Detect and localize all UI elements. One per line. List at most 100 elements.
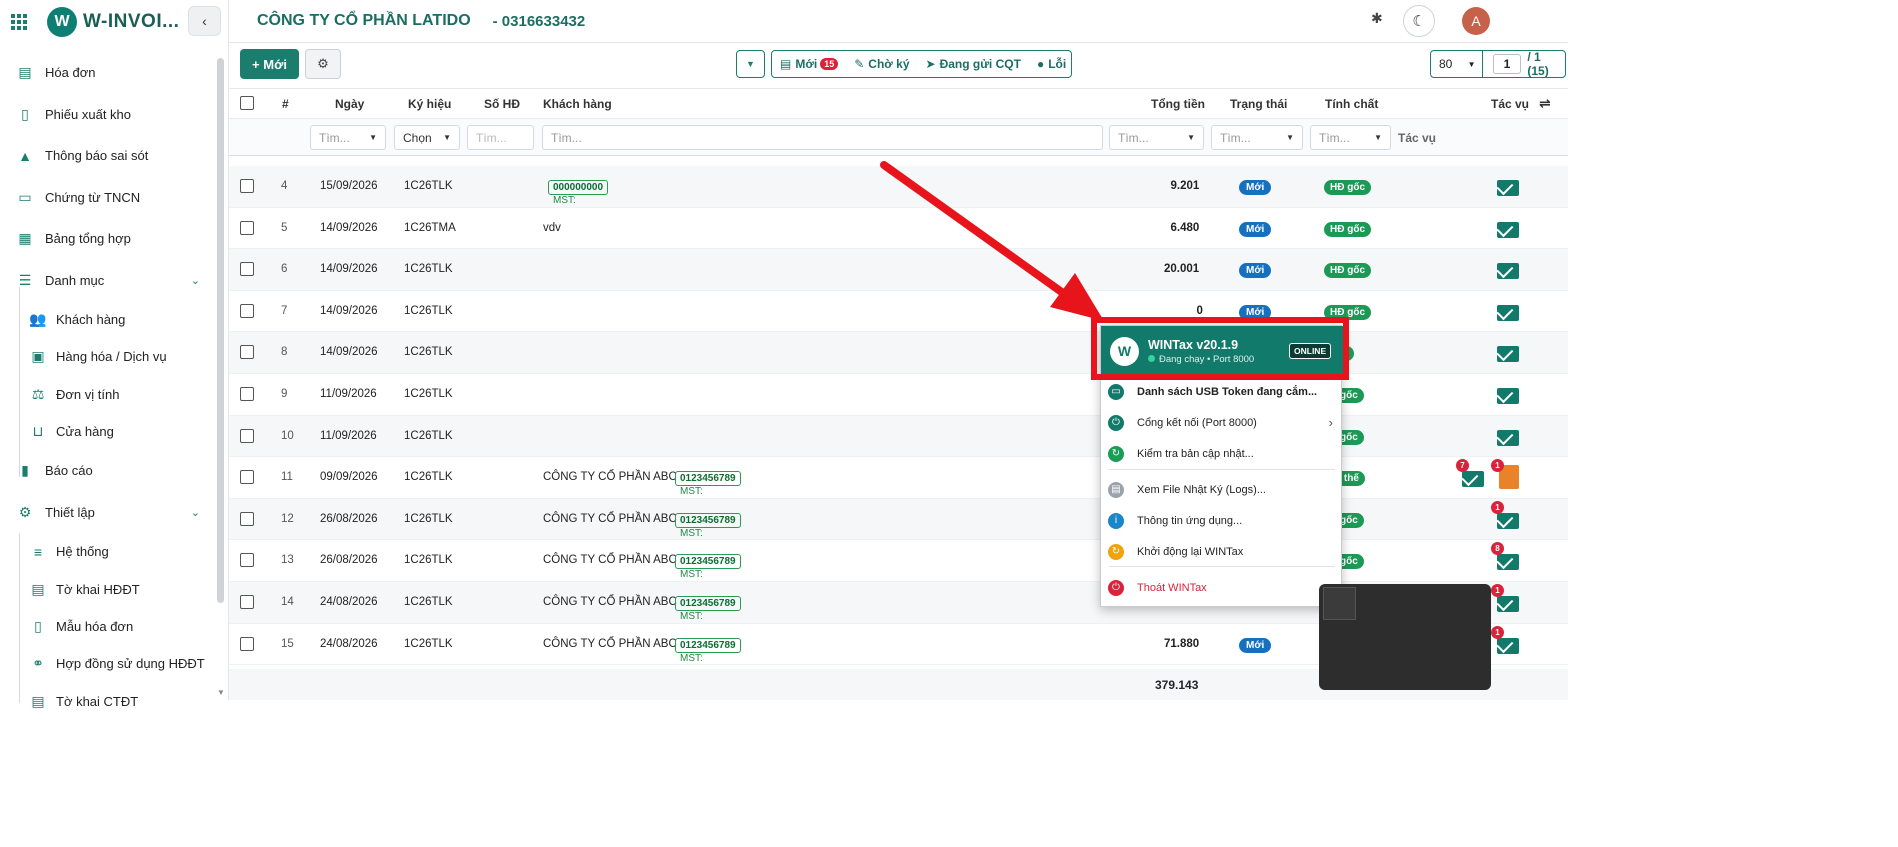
email-icon[interactable] bbox=[1497, 263, 1519, 280]
sidebar-item-15[interactable]: ⚭ Hợp đồng sử dụng HĐĐT bbox=[0, 645, 214, 682]
new-invoice-button[interactable]: + Mới bbox=[240, 49, 299, 79]
filter-customer[interactable]: Tìm... bbox=[542, 125, 1103, 150]
filter-status[interactable]: Tìm... bbox=[1211, 125, 1303, 150]
col-status[interactable]: Trạng thái bbox=[1230, 97, 1287, 111]
email-icon[interactable] bbox=[1497, 304, 1519, 321]
table-row[interactable]: 10 11/09/2026 1C26TLK Ð gốc bbox=[229, 415, 1568, 458]
row-checkbox[interactable] bbox=[240, 428, 254, 443]
table-row[interactable]: 814/09/20261C26TLKgốc bbox=[229, 332, 1568, 374]
sidebar-item-1[interactable]: ▯ Phiếu xuất kho bbox=[0, 94, 214, 136]
filter-error[interactable]: ● Lỗi bbox=[1029, 57, 1074, 71]
collapse-sidebar-button[interactable]: ‹ bbox=[188, 6, 221, 36]
scale-icon: ⚖ bbox=[31, 385, 45, 402]
chevron-down-icon: ⌄ bbox=[190, 274, 200, 287]
row-checkbox[interactable] bbox=[240, 220, 254, 235]
row-checkbox[interactable] bbox=[240, 179, 254, 193]
email-icon[interactable] bbox=[1497, 221, 1519, 238]
sidebar-item-2[interactable]: ▲ Thông báo sai sót bbox=[0, 135, 214, 177]
row-checkbox[interactable] bbox=[240, 345, 254, 360]
email-icon[interactable] bbox=[1497, 596, 1519, 612]
usb-icon: ▭ bbox=[1108, 383, 1124, 400]
sidebar-item-5[interactable]: ☰ Danh mục ⌄ bbox=[0, 260, 214, 302]
sidebar-item-8[interactable]: ⚖ Đơn vị tính bbox=[0, 376, 214, 413]
status-badge: Mới bbox=[1239, 637, 1272, 653]
column-settings-icon[interactable]: ⇌ bbox=[1539, 95, 1551, 112]
col-invoice-no[interactable]: Số HĐ bbox=[484, 97, 520, 111]
email-icon[interactable] bbox=[1497, 388, 1519, 404]
wintax-menu-item-0[interactable]: ▭ Danh sách USB Token đang cắm... bbox=[1101, 376, 1343, 407]
wintax-menu-item-6[interactable]: ⏻ Thoát WINTax bbox=[1101, 572, 1343, 603]
tax-code-badge: MST: 0123456789 bbox=[675, 596, 741, 622]
email-icon[interactable] bbox=[1497, 180, 1519, 196]
sidebar-item-16[interactable]: ▤ Tờ khai CTĐT bbox=[0, 682, 214, 719]
row-checkbox[interactable] bbox=[240, 470, 254, 485]
email-icon[interactable] bbox=[1497, 512, 1519, 529]
table-row[interactable]: 5 14/09/2026 1C26TMA vdv 6.480 Mới HĐ gốc bbox=[229, 208, 1568, 250]
wintax-menu-item-4[interactable]: i Thông tin ứng dụng... bbox=[1101, 505, 1343, 536]
bug-icon[interactable]: ✱ bbox=[1371, 10, 1383, 27]
dark-mode-toggle[interactable]: ☾ bbox=[1403, 5, 1435, 37]
sidebar-item-4[interactable]: ▦ Bảng tổng hợp bbox=[0, 218, 214, 260]
sidebar-item-13[interactable]: ▤ Tờ khai HĐĐT bbox=[0, 570, 214, 607]
sidebar-scrollbar[interactable] bbox=[217, 58, 224, 603]
filter-date[interactable]: Tìm... bbox=[310, 125, 386, 150]
row-checkbox[interactable] bbox=[240, 511, 254, 526]
settings-button[interactable]: ⚙ bbox=[305, 49, 341, 79]
wintax-menu-item-5[interactable]: ↻ Khởi động lại WINTax bbox=[1101, 536, 1343, 567]
sidebar-item-0[interactable]: ▤ Hóa đơn bbox=[0, 52, 214, 94]
sidebar-item-3[interactable]: ▭ Chứng từ TNCN bbox=[0, 177, 214, 219]
apps-grid-icon[interactable] bbox=[8, 11, 30, 33]
sidebar-item-9[interactable]: ⊔ Cửa hàng bbox=[0, 413, 214, 450]
page-size-select[interactable]: 80 bbox=[1431, 51, 1483, 77]
filter-pending-sign[interactable]: ✎ Chờ ký bbox=[846, 57, 917, 71]
page-number-input[interactable]: 1 bbox=[1492, 54, 1522, 74]
col-date[interactable]: Ngày bbox=[335, 97, 364, 111]
col-customer[interactable]: Khách hàng bbox=[543, 97, 612, 111]
sidebar-item-11[interactable]: ⚙ Thiết lập ⌄ bbox=[0, 492, 214, 534]
cell-number: 15 bbox=[281, 637, 294, 650]
row-checkbox[interactable] bbox=[240, 262, 254, 277]
table-row[interactable]: 13 26/08/2026 1C26TLK CÔNG TY CỔ PHẦN ABC MS… bbox=[229, 540, 1568, 582]
sidebar-item-7[interactable]: ▣ Hàng hóa / Dịch vụ bbox=[0, 338, 214, 375]
email-icon[interactable] bbox=[1462, 471, 1484, 488]
email-icon[interactable] bbox=[1497, 637, 1519, 654]
filter-new[interactable]: ▤ Mới 15 bbox=[772, 57, 846, 71]
wintax-menu-item-1[interactable]: ⏻ Cổng kết nối (Port 8000) › bbox=[1101, 407, 1343, 438]
sidebar-item-12[interactable]: ≡ Hệ thống bbox=[0, 533, 214, 570]
email-icon[interactable] bbox=[1497, 554, 1519, 571]
filter-total[interactable]: Tìm... bbox=[1109, 125, 1204, 150]
sidebar-item-10[interactable]: ▮ Báo cáo bbox=[0, 450, 214, 492]
sidebar-item-14[interactable]: ▯ Mẫu hóa đơn bbox=[0, 608, 214, 645]
filter-sending-cqt[interactable]: ➤ Đang gửi CQT bbox=[918, 57, 1029, 71]
row-checkbox[interactable] bbox=[240, 636, 254, 651]
col-number[interactable]: # bbox=[282, 97, 289, 111]
video-overlay[interactable] bbox=[1319, 584, 1491, 690]
row-checkbox[interactable] bbox=[240, 303, 254, 318]
row-checkbox[interactable] bbox=[240, 387, 254, 401]
email-icon[interactable] bbox=[1497, 429, 1519, 446]
video-thumbnail bbox=[1323, 587, 1356, 620]
wintax-menu-item-2[interactable]: ↻ Kiểm tra bản cập nhật... bbox=[1101, 438, 1343, 469]
filter-dropdown-button[interactable]: ▼ bbox=[736, 50, 765, 78]
tax-code-prefix: MST: bbox=[680, 527, 703, 539]
col-property[interactable]: Tính chất bbox=[1325, 97, 1378, 111]
row-checkbox[interactable] bbox=[240, 553, 254, 568]
wintax-menu-item-3[interactable]: ▤ Xem File Nhật Ký (Logs)... bbox=[1101, 474, 1343, 505]
select-all-checkbox[interactable] bbox=[240, 96, 254, 110]
row-checkbox[interactable] bbox=[240, 595, 254, 609]
sidebar-item-6[interactable]: 👥 Khách hàng bbox=[0, 301, 214, 338]
table-row[interactable]: 12 26/08/2026 1C26TLK CÔNG TY CỔ PHẦN ABC MS… bbox=[229, 498, 1568, 541]
table-row[interactable]: 4 15/09/2026 1C26TLK MST: 000000000 9.201 Mới… bbox=[229, 166, 1568, 208]
table-row[interactable]: 6 14/09/2026 1C26TLK 20.001 Mới HĐ gốc bbox=[229, 249, 1568, 291]
filter-invoice-no[interactable]: Tìm... bbox=[467, 125, 534, 150]
table-row[interactable]: 11 09/09/2026 1C26TLK CÔNG TY CỔ PHẦN ABC MS… bbox=[229, 457, 1568, 499]
col-symbol[interactable]: Ký hiệu bbox=[408, 97, 451, 111]
avatar[interactable]: A bbox=[1462, 7, 1490, 35]
filter-symbol[interactable]: Chọn bbox=[394, 125, 460, 150]
col-total[interactable]: Tổng tiền bbox=[1151, 97, 1205, 111]
filter-property[interactable]: Tìm... bbox=[1310, 125, 1391, 150]
table-row[interactable]: 7 14/09/2026 1C26TLK 0 Mới HĐ gốc bbox=[229, 291, 1568, 333]
table-row[interactable]: 9 11/09/2026 1C26TLK Ð gốc bbox=[229, 374, 1568, 416]
scroll-down-icon[interactable]: ▼ bbox=[217, 688, 225, 697]
email-icon[interactable] bbox=[1497, 346, 1519, 363]
